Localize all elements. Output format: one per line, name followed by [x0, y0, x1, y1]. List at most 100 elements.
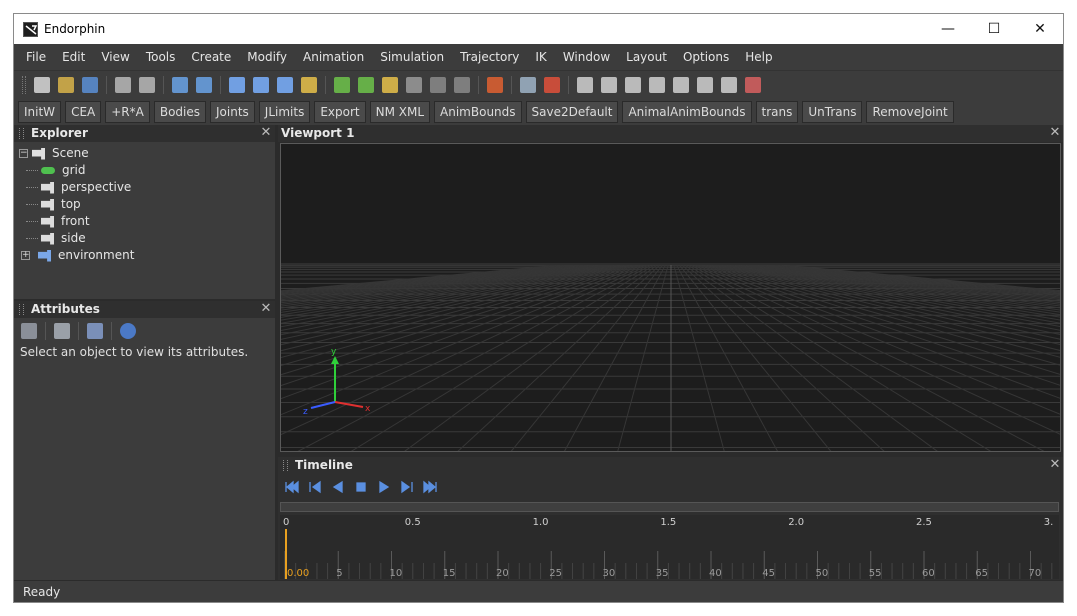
collapse-icon[interactable]: − — [19, 149, 28, 158]
y-axis-label: y — [331, 347, 337, 357]
status-bar: Ready — [14, 581, 1063, 602]
tree-item-Scene[interactable]: − Scene — [19, 145, 134, 162]
film-icon[interactable] — [601, 76, 617, 93]
menu-view[interactable]: View — [94, 44, 136, 70]
capsule-icon[interactable] — [430, 76, 446, 93]
clapper-icon[interactable] — [577, 76, 593, 93]
x-axis-label: x — [365, 404, 371, 414]
stop-icon[interactable] — [352, 479, 370, 495]
menu-layout[interactable]: Layout — [619, 44, 674, 70]
tool-button-animbounds[interactable]: AnimBounds — [434, 100, 522, 123]
tool-button-cea[interactable]: CEA — [65, 100, 102, 123]
strip-icon[interactable] — [721, 76, 737, 93]
save-icon[interactable] — [82, 76, 98, 93]
attr-film-icon[interactable] — [21, 323, 37, 339]
sphere-icon[interactable] — [454, 76, 470, 93]
timeline-ruler[interactable]: 0.00 5 10 15 20 25 30 35 40 45 50 55 60 65 70 0 0.5 1.0 1.… — [280, 515, 1059, 579]
toolbar-separator — [220, 75, 221, 94]
tool-button-export[interactable]: Export — [314, 100, 366, 123]
tree-item-perspective[interactable]: perspective — [19, 179, 134, 196]
menu-file[interactable]: File — [19, 44, 53, 70]
new-file-icon[interactable] — [34, 76, 50, 93]
minimize-button[interactable]: — — [925, 14, 971, 44]
window-icon[interactable] — [625, 76, 641, 93]
tree-item-grid[interactable]: grid — [19, 162, 134, 179]
go-to-end-icon[interactable] — [421, 479, 439, 495]
tool-button-removejoint[interactable]: RemoveJoint — [866, 100, 954, 123]
attributes-toolbar — [19, 321, 140, 341]
step-forward-icon[interactable] — [398, 479, 416, 495]
attributes-close-icon[interactable]: ✕ — [260, 302, 272, 315]
toolbar-grip[interactable] — [22, 75, 26, 94]
translate-icon[interactable] — [277, 76, 293, 93]
character-icon[interactable] — [520, 76, 536, 93]
attr-character-icon[interactable] — [54, 323, 70, 339]
menu-help[interactable]: Help — [738, 44, 779, 70]
frame-label: 65 — [975, 568, 988, 579]
attr-arrow-icon[interactable] — [120, 323, 136, 339]
viewport-canvas[interactable]: y x z — [280, 143, 1061, 452]
ragdoll-icon[interactable] — [544, 76, 560, 93]
menu-modify[interactable]: Modify — [240, 44, 294, 70]
camera-icon — [41, 198, 54, 211]
timeline-close-icon[interactable]: ✕ — [1049, 458, 1061, 471]
tool-button-bodies[interactable]: Bodies — [153, 100, 207, 123]
tool-button-untrans[interactable]: UnTrans — [802, 100, 863, 123]
redo-icon[interactable] — [196, 76, 212, 93]
menu-window[interactable]: Window — [556, 44, 617, 70]
frame-label: 55 — [869, 568, 882, 579]
tree-item-side[interactable]: side — [19, 230, 134, 247]
menu-options[interactable]: Options — [676, 44, 736, 70]
timeline-grip[interactable] — [283, 460, 288, 471]
tree-item-environment[interactable]: + environment — [19, 247, 134, 264]
tool-button-jlimits[interactable]: JLimits — [258, 100, 311, 123]
undo-icon[interactable] — [172, 76, 188, 93]
expand-icon[interactable]: + — [21, 251, 30, 260]
tool-button-joints[interactable]: Joints — [210, 100, 255, 123]
leg-icon[interactable] — [334, 76, 350, 93]
tool-button-save2default[interactable]: Save2Default — [525, 100, 619, 123]
tool-button-trans[interactable]: trans — [755, 100, 799, 123]
tree-item-top[interactable]: top — [19, 196, 134, 213]
foot-icon[interactable] — [382, 76, 398, 93]
select-joint-icon[interactable] — [229, 76, 245, 93]
timeline-scrollbar[interactable] — [280, 502, 1059, 512]
capture-icon[interactable] — [673, 76, 689, 93]
step-back-icon[interactable] — [306, 479, 324, 495]
menu-animation[interactable]: Animation — [296, 44, 371, 70]
record-icon[interactable] — [745, 76, 761, 93]
menu-ik[interactable]: IK — [528, 44, 553, 70]
play-forward-icon[interactable] — [375, 479, 393, 495]
viewport-close-icon[interactable]: ✕ — [1049, 126, 1061, 139]
tool-button-initw[interactable]: InitW — [18, 100, 62, 123]
open-folder-icon[interactable] — [58, 76, 74, 93]
panel-icon[interactable] — [649, 76, 665, 93]
explorer-close-icon[interactable]: ✕ — [260, 126, 272, 139]
explorer-grip[interactable] — [19, 128, 24, 139]
attr-brush-icon[interactable] — [87, 323, 103, 339]
arm-icon[interactable] — [358, 76, 374, 93]
capture2-icon[interactable] — [697, 76, 713, 93]
curve-icon[interactable] — [487, 76, 503, 93]
tool-button--r-a[interactable]: +R*A — [105, 100, 150, 123]
play-backward-icon[interactable] — [329, 479, 347, 495]
menu-tools[interactable]: Tools — [139, 44, 183, 70]
menu-trajectory[interactable]: Trajectory — [453, 44, 526, 70]
rotate-icon[interactable] — [253, 76, 269, 93]
tool-button-animalanimbounds[interactable]: AnimalAnimBounds — [622, 100, 752, 123]
attributes-grip[interactable] — [19, 304, 24, 315]
maximize-button[interactable]: ☐ — [971, 14, 1017, 44]
go-to-start-icon[interactable] — [283, 479, 301, 495]
menu-edit[interactable]: Edit — [55, 44, 92, 70]
tree-item-front[interactable]: front — [19, 213, 134, 230]
paste-icon[interactable] — [139, 76, 155, 93]
cut-icon[interactable] — [115, 76, 131, 93]
menu-create[interactable]: Create — [184, 44, 238, 70]
menu-simulation[interactable]: Simulation — [373, 44, 451, 70]
box-icon[interactable] — [406, 76, 422, 93]
tool-button-nm-xml[interactable]: NM XML — [369, 100, 431, 123]
close-button[interactable]: ✕ — [1017, 14, 1063, 44]
frame-label: 20 — [496, 568, 509, 579]
scale-icon[interactable] — [301, 76, 317, 93]
time-label: 2.5 — [916, 517, 932, 528]
